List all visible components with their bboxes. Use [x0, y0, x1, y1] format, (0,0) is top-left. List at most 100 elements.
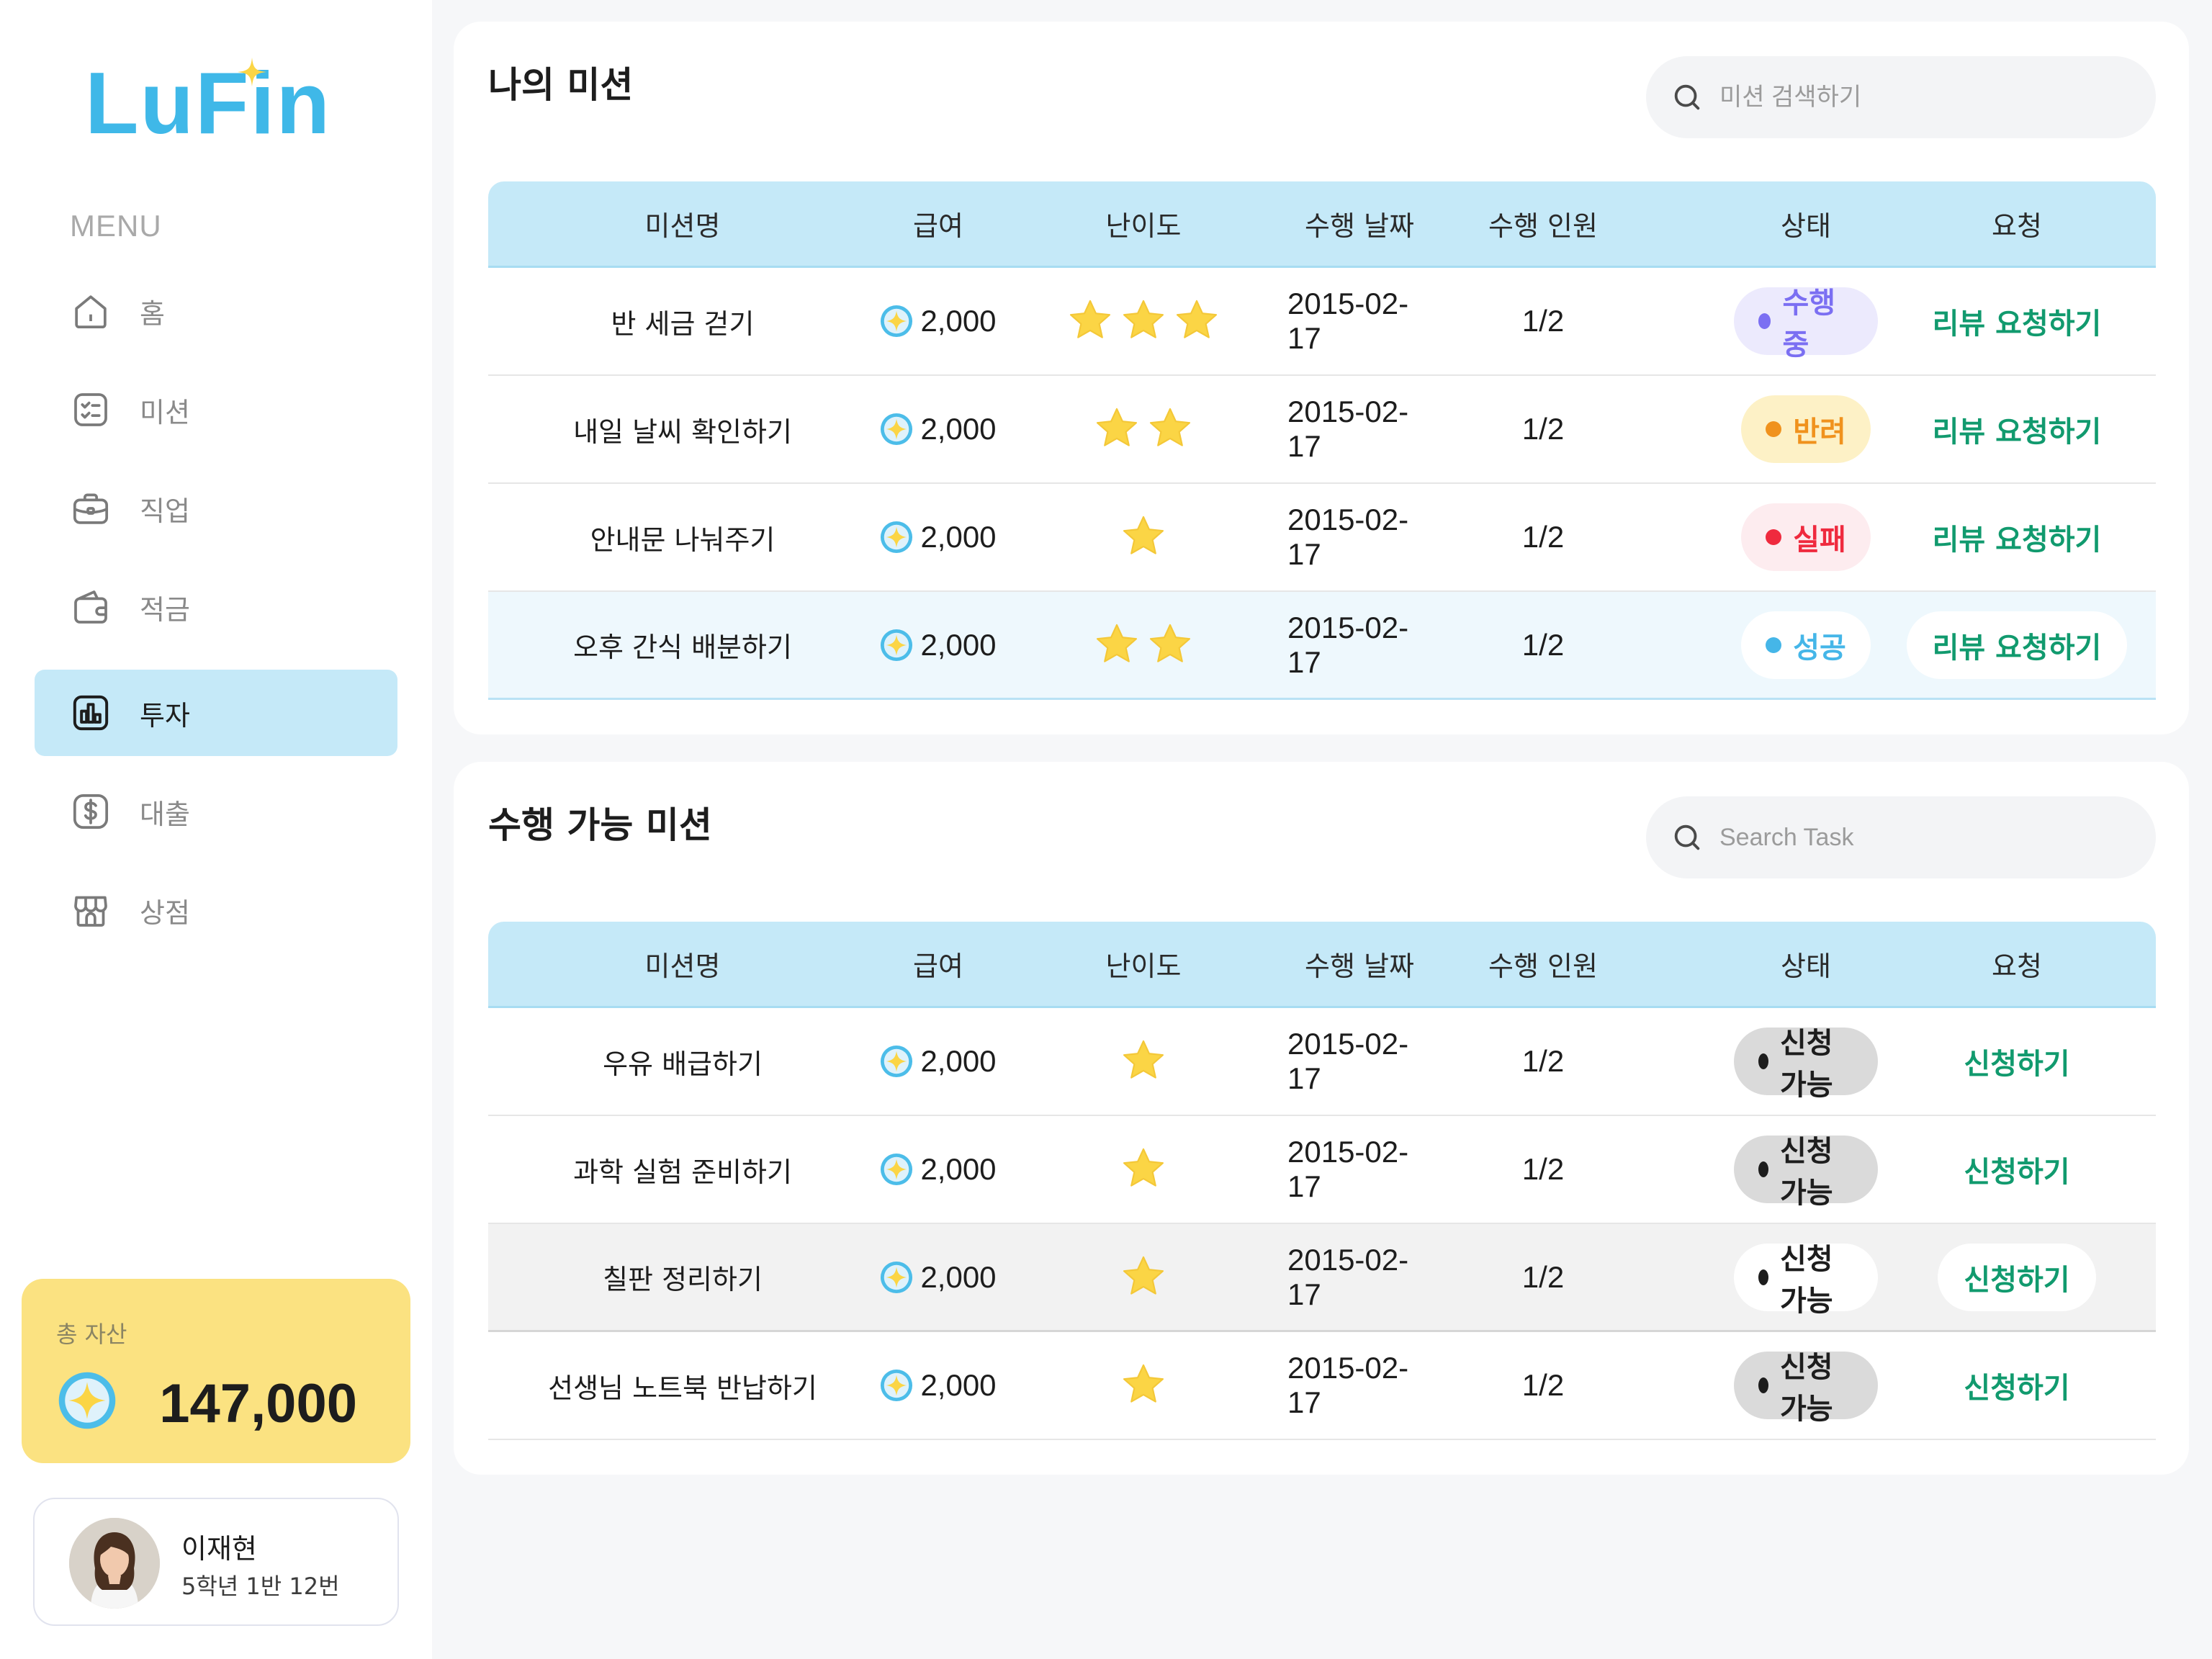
- pay-value: 2,000: [920, 1152, 997, 1186]
- status-cell: 반려: [1734, 376, 1878, 482]
- mission-people: 1/2: [1521, 1044, 1565, 1078]
- pay-value: 2,000: [920, 520, 997, 554]
- pay-value: 2,000: [920, 304, 997, 338]
- mission-name: 반 세금 걷기: [611, 307, 755, 340]
- status-badge: 신청 가능: [1734, 1351, 1878, 1426]
- sidebar-item-savings[interactable]: 적금: [35, 564, 397, 650]
- status-badge: 실패: [1741, 503, 1871, 571]
- sidebar-item-missions[interactable]: 미션: [35, 367, 397, 453]
- star-icon: [1066, 297, 1114, 345]
- mission-people: 1/2: [1521, 1152, 1565, 1186]
- briefcase-icon: [73, 493, 109, 524]
- sidebar-item-home[interactable]: 홈: [35, 268, 397, 354]
- mission-people: 1/2: [1521, 1368, 1565, 1402]
- review-request-button[interactable]: 리뷰 요청하기: [1907, 395, 2128, 463]
- mission-pay: 2,000: [877, 1116, 999, 1223]
- star-icon: [1120, 513, 1167, 561]
- search-icon: [1674, 824, 1700, 850]
- search-icon: [1674, 84, 1700, 110]
- mission-pay: 2,000: [877, 268, 999, 374]
- status-dot: [1758, 1377, 1768, 1393]
- action-cell: 리뷰 요청하기: [1878, 592, 2156, 698]
- status-cell: 신청 가능: [1734, 1332, 1878, 1439]
- review-request-button[interactable]: 리뷰 요청하기: [1907, 287, 2128, 355]
- table-row[interactable]: 선생님 노트북 반납하기 2,000 2015-02-17 1/2 신청 가능 …: [488, 1332, 2156, 1440]
- my-missions-panel: 나의 미션 미션명 급여 난이도 수행 날짜 수행 인원 상태 요청 반 세금 …: [454, 22, 2189, 734]
- status-dot: [1766, 637, 1782, 653]
- pay-value: 2,000: [920, 1368, 997, 1402]
- difficulty-stars: [999, 592, 1287, 698]
- available-missions-title: 수행 가능 미션: [488, 804, 712, 846]
- sidebar-item-store[interactable]: 상점: [35, 867, 397, 953]
- mission-date: 2015-02-17: [1287, 610, 1409, 679]
- table-header: 미션명 급여 난이도 수행 날짜 수행 인원 상태 요청: [488, 922, 2156, 1008]
- status-cell: 신청 가능: [1734, 1008, 1878, 1115]
- star-icon: [1120, 1362, 1167, 1409]
- action-cell: 리뷰 요청하기: [1878, 268, 2156, 374]
- table-row[interactable]: 내일 날씨 확인하기 2,000 2015-02-17 1/2 반려 리뷰 요청…: [488, 376, 2156, 484]
- mission-name: 칠판 정리하기: [603, 1264, 763, 1295]
- available-missions-table: 미션명 급여 난이도 수행 날짜 수행 인원 상태 요청 우유 배급하기 2,0…: [488, 922, 2156, 1440]
- review-request-button[interactable]: 리뷰 요청하기: [1907, 503, 2128, 571]
- status-badge: 성공: [1741, 611, 1871, 679]
- pay-value: 2,000: [920, 1259, 997, 1294]
- mission-pay: 2,000: [877, 484, 999, 590]
- table-row[interactable]: 과학 실험 준비하기 2,000 2015-02-17 1/2 신청 가능 신청…: [488, 1116, 2156, 1224]
- available-missions-search[interactable]: [1646, 796, 2156, 878]
- difficulty-stars: [999, 1116, 1287, 1223]
- column-header: 수행 인원: [1488, 210, 1598, 242]
- column-header: 미션명: [644, 210, 721, 242]
- apply-button[interactable]: 신청하기: [1938, 1028, 2095, 1095]
- coin-icon: [880, 413, 913, 446]
- sidebar-item-investment[interactable]: 투자: [35, 670, 397, 756]
- store-icon: [74, 896, 107, 927]
- apply-button[interactable]: 신청하기: [1938, 1243, 2096, 1311]
- user-profile-card[interactable]: 이재현 5학년 1반 12번: [33, 1498, 399, 1626]
- sidebar-item-label: 투자: [140, 699, 190, 732]
- sidebar-item-loan[interactable]: 대출: [35, 768, 397, 855]
- column-header: 미션명: [644, 950, 721, 982]
- status-badge: 반려: [1741, 395, 1871, 463]
- difficulty-stars: [999, 1332, 1287, 1439]
- star-icon: [1120, 297, 1167, 345]
- status-badge: 신청 가능: [1734, 1135, 1878, 1210]
- app-logo[interactable]: LuFin: [85, 59, 331, 147]
- mission-date: 2015-02-17: [1287, 1135, 1409, 1203]
- sidebar: LuFin MENU 홈 미션 직업 적금 투자 대출 상점 총 자산 147,…: [0, 0, 432, 1659]
- table-row[interactable]: 우유 배급하기 2,000 2015-02-17 1/2 신청 가능 신청하기: [488, 1008, 2156, 1116]
- menu-title: MENU: [70, 209, 162, 243]
- apply-button[interactable]: 신청하기: [1938, 1352, 2095, 1419]
- mission-date: 2015-02-17: [1287, 1351, 1409, 1419]
- column-header: 요청: [1992, 950, 2042, 982]
- status-dot: [1758, 1269, 1768, 1285]
- mission-pay: 2,000: [877, 592, 999, 698]
- difficulty-stars: [999, 1008, 1287, 1115]
- apply-button[interactable]: 신청하기: [1938, 1136, 2095, 1203]
- total-asset-label: 총 자산: [56, 1321, 127, 1348]
- mission-people: 1/2: [1521, 1259, 1565, 1294]
- table-row[interactable]: 반 세금 걷기 2,000 2015-02-17 1/2 수행 중 리뷰 요청하…: [488, 268, 2156, 376]
- mission-people: 1/2: [1521, 627, 1565, 662]
- column-header: 수행 날짜: [1305, 210, 1414, 242]
- action-cell: 신청하기: [1878, 1332, 2156, 1439]
- star-icon: [1120, 1254, 1167, 1301]
- my-missions-search[interactable]: [1646, 56, 2156, 138]
- difficulty-stars: [999, 1224, 1287, 1330]
- review-request-button[interactable]: 리뷰 요청하기: [1906, 611, 2128, 679]
- action-cell: 신청하기: [1878, 1224, 2156, 1330]
- difficulty-stars: [999, 484, 1287, 590]
- table-row[interactable]: 안내문 나눠주기 2,000 2015-02-17 1/2 실패 리뷰 요청하기: [488, 484, 2156, 592]
- table-row[interactable]: 칠판 정리하기 2,000 2015-02-17 1/2 신청 가능 신청하기: [488, 1224, 2156, 1332]
- my-missions-search-input[interactable]: [1719, 83, 2123, 112]
- available-missions-search-input[interactable]: [1719, 823, 2123, 852]
- sidebar-item-job[interactable]: 직업: [35, 465, 397, 552]
- mission-pay: 2,000: [877, 1332, 999, 1439]
- avatar-image: [69, 1518, 160, 1609]
- avatar: [69, 1518, 160, 1609]
- table-row[interactable]: 오후 간식 배분하기 2,000 2015-02-17 1/2 성공 리뷰 요청…: [488, 592, 2156, 700]
- available-missions-panel: 수행 가능 미션 미션명 급여 난이도 수행 날짜 수행 인원 상태 요청 우유…: [454, 762, 2189, 1475]
- coin-icon: [880, 1153, 913, 1186]
- coin-icon: [880, 629, 913, 662]
- checklist-icon: [74, 393, 107, 426]
- coin-icon: [58, 1371, 117, 1430]
